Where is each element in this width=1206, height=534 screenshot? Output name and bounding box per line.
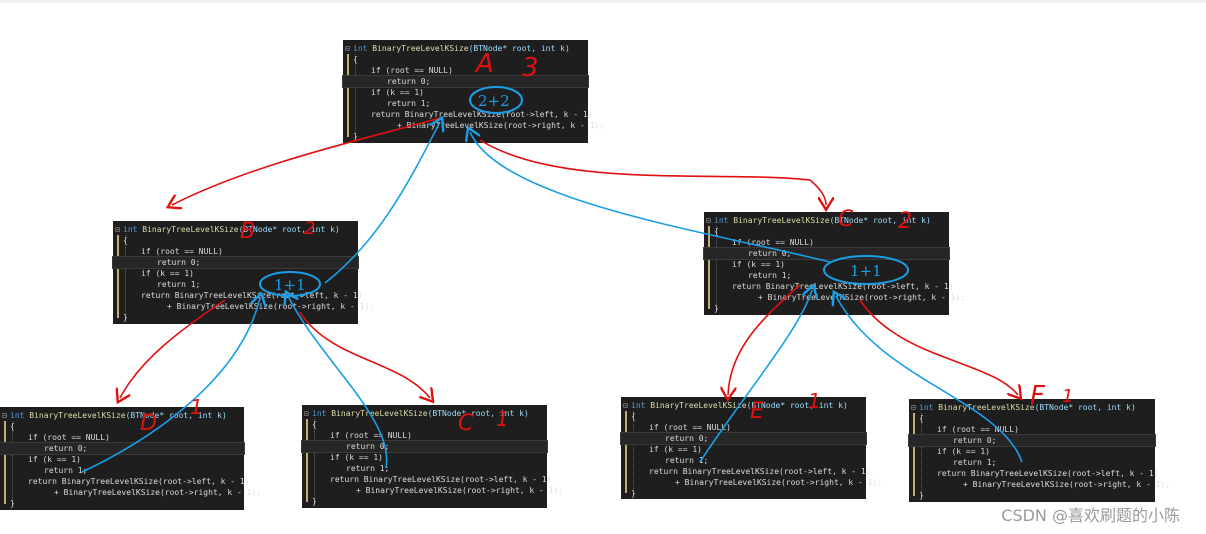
label-f-k: 1	[1062, 386, 1073, 407]
label-d-k: 1	[190, 395, 203, 419]
label-c: C	[838, 207, 854, 232]
label-e: E	[750, 399, 764, 424]
return-arrow-c-a	[470, 132, 831, 263]
call-arrow-b-d	[120, 299, 226, 398]
call-arrow-a-c	[479, 139, 826, 205]
watermark: CSDN @喜欢刷题的小陈	[1001, 506, 1180, 525]
annotation-overlay: 2+2 1+1 1+1 A 3 B 2 C 2 D 1 C 1 E 1 F 1	[81, 49, 1073, 473]
return-arrow-e-c	[699, 290, 812, 463]
return-arrow-b-a	[324, 122, 440, 284]
call-arrow-a-b	[172, 117, 441, 205]
label-f: F	[1030, 381, 1046, 411]
return-arrow-f-c	[836, 296, 1023, 463]
sum-text-b: 1+1	[274, 276, 306, 294]
label-c-k: 2	[898, 209, 912, 234]
return-arrow-d-b	[81, 298, 260, 473]
call-arrow-c-e	[728, 284, 801, 395]
sum-text-c: 1+1	[850, 262, 882, 280]
label-d: D	[140, 411, 157, 436]
label-c1-k: 1	[496, 407, 509, 431]
call-arrow-b-c1	[299, 311, 430, 398]
sum-text-a: 2+2	[478, 92, 510, 110]
label-b: B	[240, 219, 255, 244]
call-arrow-c-f	[859, 299, 1018, 395]
label-b-k: 2	[304, 218, 315, 239]
label-e-k: 1	[808, 389, 821, 413]
label-c1: C	[458, 411, 474, 436]
return-arrow-c1-b	[288, 296, 388, 469]
label-a-k: 3	[522, 53, 539, 83]
label-a: A	[474, 49, 494, 79]
